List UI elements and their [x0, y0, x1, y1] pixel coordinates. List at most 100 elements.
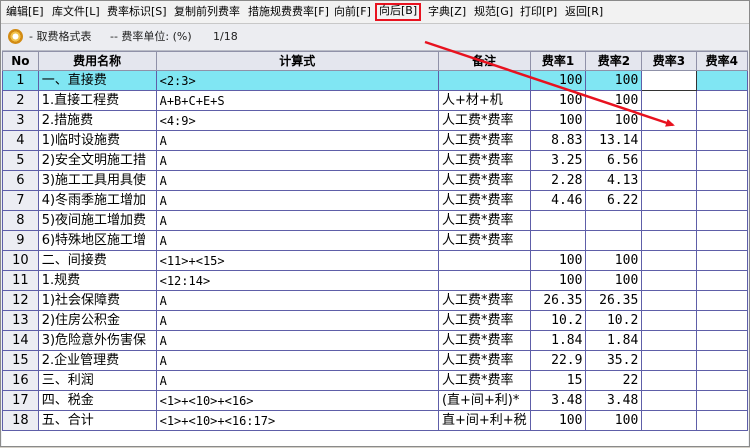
rate1-cell[interactable]: 3.48: [529, 390, 587, 411]
note-cell[interactable]: [437, 270, 531, 291]
formula-cell[interactable]: A: [155, 230, 439, 251]
rate3-cell[interactable]: [641, 150, 697, 171]
rate1-cell[interactable]: 100: [529, 90, 587, 111]
rate2-cell[interactable]: 26.35: [585, 290, 643, 311]
rate3-cell[interactable]: [641, 170, 697, 191]
fee-name-cell[interactable]: 3)施工工具用具使: [37, 170, 157, 191]
formula-cell[interactable]: A: [155, 130, 439, 151]
rate3-cell[interactable]: [641, 210, 697, 231]
rate3-cell[interactable]: [641, 190, 697, 211]
note-cell[interactable]: 人工费*费率: [437, 310, 531, 331]
column-header-rate4[interactable]: 费率4: [695, 51, 748, 71]
note-cell[interactable]: 人工费*费率: [437, 190, 531, 211]
rate2-cell[interactable]: 100: [585, 270, 643, 291]
menu-measure-fee-rate[interactable]: 措施规费费率[F]: [246, 4, 331, 20]
rate3-cell[interactable]: [641, 90, 697, 111]
column-header-formula[interactable]: 计算式: [155, 51, 439, 71]
formula-cell[interactable]: A: [155, 290, 439, 311]
rate4-cell[interactable]: [695, 70, 748, 91]
table-row[interactable]: 15 2.企业管理费 A 人工费*费率 22.9 35.2: [2, 350, 748, 371]
rate1-cell[interactable]: 3.25: [529, 150, 587, 171]
rate4-cell[interactable]: [695, 150, 748, 171]
rate3-cell[interactable]: [641, 270, 697, 291]
formula-cell[interactable]: A: [155, 150, 439, 171]
rate4-cell[interactable]: [695, 290, 748, 311]
menu-copy-prev-column-rate[interactable]: 复制前列费率: [172, 4, 242, 20]
rate3-cell[interactable]: [641, 310, 697, 331]
column-header-no[interactable]: No: [2, 51, 39, 71]
table-row[interactable]: 16 三、利润 A 人工费*费率 15 22: [2, 370, 748, 391]
note-cell[interactable]: [437, 70, 531, 91]
fee-name-cell[interactable]: 4)冬雨季施工增加: [37, 190, 157, 211]
column-header-note[interactable]: 备注: [437, 51, 531, 71]
rate1-cell[interactable]: 10.2: [529, 310, 587, 331]
formula-cell[interactable]: <2:3>: [155, 70, 439, 91]
rate2-cell[interactable]: 100: [585, 110, 643, 131]
fee-name-cell[interactable]: 一、直接费: [37, 70, 157, 91]
table-row[interactable]: 7 4)冬雨季施工增加 A 人工费*费率 4.46 6.22: [2, 190, 748, 211]
table-row[interactable]: 12 1)社会保障费 A 人工费*费率 26.35 26.35: [2, 290, 748, 311]
note-cell[interactable]: 人工费*费率: [437, 350, 531, 371]
menu-rate-mark[interactable]: 费率标识[S]: [105, 4, 169, 20]
formula-cell[interactable]: <11>+<15>: [155, 250, 439, 271]
fee-name-cell[interactable]: 2)住房公积金: [37, 310, 157, 331]
rate2-cell[interactable]: [585, 210, 643, 231]
fee-name-cell[interactable]: 五、合计: [37, 410, 157, 431]
rate3-cell[interactable]: [641, 250, 697, 271]
table-row[interactable]: 17 四、税金 <1>+<10>+<16> (直+间+利)* 3.48 3.48: [2, 390, 748, 411]
column-header-rate1[interactable]: 费率1: [529, 51, 587, 71]
rate4-cell[interactable]: [695, 310, 748, 331]
table-row[interactable]: 13 2)住房公积金 A 人工费*费率 10.2 10.2: [2, 310, 748, 331]
rate4-cell[interactable]: [695, 170, 748, 191]
note-cell[interactable]: 人工费*费率: [437, 110, 531, 131]
table-row[interactable]: 3 2.措施费 <4:9> 人工费*费率 100 100: [2, 110, 748, 131]
rate4-cell[interactable]: [695, 90, 748, 111]
rate1-cell[interactable]: [529, 210, 587, 231]
formula-cell[interactable]: A: [155, 310, 439, 331]
menu-forward[interactable]: 向前[F]: [332, 4, 373, 20]
menu-standard[interactable]: 规范[G]: [472, 4, 515, 20]
menu-print[interactable]: 打印[P]: [518, 4, 559, 20]
rate4-cell[interactable]: [695, 190, 748, 211]
rate2-cell[interactable]: 6.56: [585, 150, 643, 171]
formula-cell[interactable]: A: [155, 210, 439, 231]
note-cell[interactable]: 人工费*费率: [437, 290, 531, 311]
fee-name-cell[interactable]: 2.企业管理费: [37, 350, 157, 371]
note-cell[interactable]: 人工费*费率: [437, 370, 531, 391]
column-header-name[interactable]: 费用名称: [37, 51, 157, 71]
rate2-cell[interactable]: 35.2: [585, 350, 643, 371]
menu-return[interactable]: 返回[R]: [563, 4, 605, 20]
rate4-cell[interactable]: [695, 330, 748, 351]
fee-name-cell[interactable]: 二、间接费: [37, 250, 157, 271]
note-cell[interactable]: (直+间+利)*: [437, 390, 531, 411]
rate4-cell[interactable]: [695, 350, 748, 371]
rate4-cell[interactable]: [695, 130, 748, 151]
rate1-cell[interactable]: 8.83: [529, 130, 587, 151]
rate2-cell[interactable]: 22: [585, 370, 643, 391]
rate3-cell[interactable]: [641, 70, 697, 91]
rate4-cell[interactable]: [695, 410, 748, 431]
rate2-cell[interactable]: 100: [585, 70, 643, 91]
note-cell[interactable]: 人工费*费率: [437, 170, 531, 191]
note-cell[interactable]: 直+间+利+税: [437, 410, 531, 431]
rate1-cell[interactable]: 100: [529, 110, 587, 131]
rate2-cell[interactable]: 100: [585, 90, 643, 111]
fee-name-cell[interactable]: 2)安全文明施工措: [37, 150, 157, 171]
fee-name-cell[interactable]: 1.直接工程费: [37, 90, 157, 111]
formula-cell[interactable]: <12:14>: [155, 270, 439, 291]
table-row[interactable]: 6 3)施工工具用具使 A 人工费*费率 2.28 4.13: [2, 170, 748, 191]
rate1-cell[interactable]: [529, 230, 587, 251]
formula-cell[interactable]: A+B+C+E+S: [155, 90, 439, 111]
table-row[interactable]: 1 一、直接费 <2:3> 100 100: [2, 70, 748, 91]
formula-cell[interactable]: <4:9>: [155, 110, 439, 131]
rate3-cell[interactable]: [641, 330, 697, 351]
rate2-cell[interactable]: 6.22: [585, 190, 643, 211]
menu-edit[interactable]: 编辑[E]: [4, 4, 46, 20]
fee-name-cell[interactable]: 1)社会保障费: [37, 290, 157, 311]
rate3-cell[interactable]: [641, 290, 697, 311]
formula-cell[interactable]: <1>+<10>+<16:17>: [155, 410, 439, 431]
rate1-cell[interactable]: 22.9: [529, 350, 587, 371]
fee-name-cell[interactable]: 6)特殊地区施工增: [37, 230, 157, 251]
fee-name-cell[interactable]: 四、税金: [37, 390, 157, 411]
rate4-cell[interactable]: [695, 390, 748, 411]
